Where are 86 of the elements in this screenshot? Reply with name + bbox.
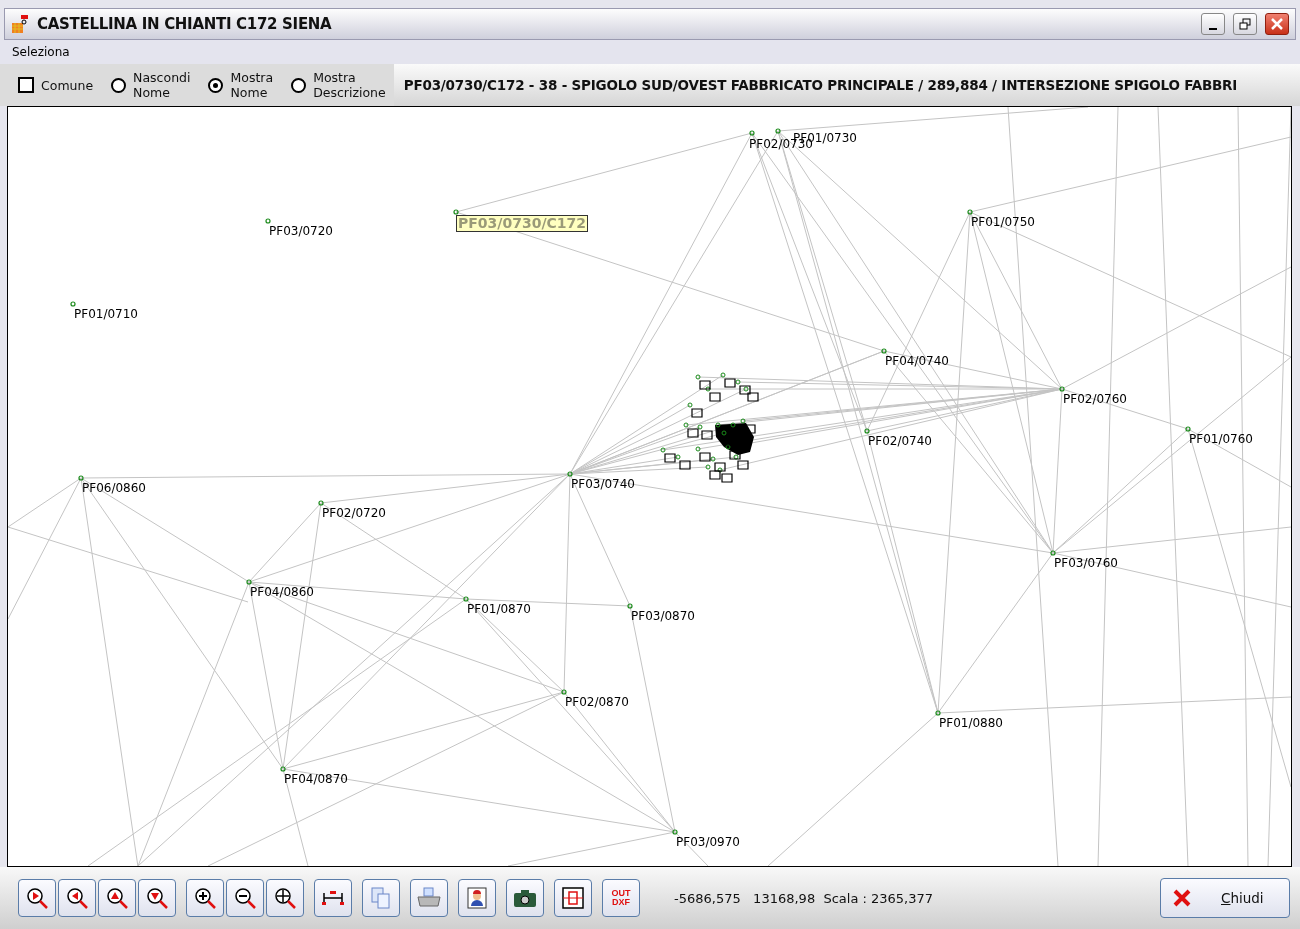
survey-point-icon[interactable] bbox=[672, 829, 678, 835]
survey-point-icon[interactable] bbox=[265, 218, 271, 224]
minimize-icon bbox=[1209, 28, 1217, 30]
point-label: PF04/0860 bbox=[249, 585, 315, 600]
frame-icon bbox=[561, 886, 585, 910]
checkbox[interactable] bbox=[18, 77, 34, 93]
magnifier-down-arrow-icon bbox=[145, 886, 169, 910]
point-label: PF01/0760 bbox=[1188, 432, 1254, 447]
radio-button[interactable] bbox=[208, 77, 224, 93]
point-label: PF01/0870 bbox=[466, 602, 532, 617]
point-label: PF02/0870 bbox=[564, 695, 630, 710]
toolbar-button[interactable] bbox=[506, 879, 544, 917]
menu-item[interactable]: Seleziona bbox=[12, 45, 70, 59]
point-label: PF03/0740 bbox=[570, 477, 636, 492]
toolbar-button[interactable] bbox=[186, 879, 224, 917]
close-icon bbox=[1271, 18, 1283, 30]
zoom-in-icon bbox=[193, 886, 217, 910]
point-description: PF03/0730/C172 - 38 - SPIGOLO SUD/OVEST FABBRICATO PRINCIPALE / 289,884 / INTERSEZIONE SPIGOLO FABBRI bbox=[402, 77, 1238, 93]
survey-point-icon[interactable] bbox=[70, 301, 76, 307]
magnifier-up-arrow-icon bbox=[105, 886, 129, 910]
measure-icon bbox=[321, 889, 345, 907]
point-label: PF03/0970 bbox=[675, 835, 741, 850]
point-label: PF01/0880 bbox=[938, 716, 1004, 731]
point-label: PF01/0710 bbox=[73, 307, 139, 322]
close-icon bbox=[1173, 889, 1191, 907]
option-label: Mostra Nome bbox=[230, 70, 274, 100]
magnifier-right-arrow-icon bbox=[25, 886, 49, 910]
restore-button[interactable] bbox=[1233, 13, 1257, 35]
point-label: PF01/0750 bbox=[970, 215, 1036, 230]
point-label: PF06/0860 bbox=[81, 481, 147, 496]
point-label: PF03/0730/C172 bbox=[456, 215, 588, 232]
toolbar-button[interactable] bbox=[98, 879, 136, 917]
toolbar-button[interactable] bbox=[18, 879, 56, 917]
survey-point-icon[interactable] bbox=[561, 689, 567, 695]
toolbar-button[interactable] bbox=[554, 879, 592, 917]
toolbar-button[interactable] bbox=[226, 879, 264, 917]
coordinates-status: -5686,575 13168,98 Scala : 2365,377 bbox=[674, 890, 935, 906]
toolbar-button[interactable] bbox=[138, 879, 176, 917]
toolbar-button[interactable] bbox=[266, 879, 304, 917]
survey-point-icon[interactable] bbox=[78, 475, 84, 481]
close-button[interactable] bbox=[1265, 13, 1289, 35]
option-label: Nascondi Nome bbox=[133, 70, 191, 100]
survey-point-icon[interactable] bbox=[749, 130, 755, 136]
survey-point-icon[interactable] bbox=[567, 471, 573, 477]
survey-point-icon[interactable] bbox=[246, 579, 252, 585]
toolbar-button[interactable] bbox=[458, 879, 496, 917]
point-label: PF03/0720 bbox=[268, 224, 334, 239]
restore-icon bbox=[1239, 18, 1251, 30]
survey-point-icon[interactable] bbox=[1185, 426, 1191, 432]
point-label: PF04/0870 bbox=[283, 772, 349, 787]
survey-point-icon[interactable] bbox=[318, 500, 324, 506]
zoom-out-icon bbox=[233, 886, 257, 910]
survey-point-icon[interactable] bbox=[935, 710, 941, 716]
survey-point-icon[interactable] bbox=[463, 596, 469, 602]
survey-point-icon[interactable] bbox=[881, 348, 887, 354]
option-label: Comune bbox=[41, 77, 94, 93]
survey-point-icon[interactable] bbox=[1050, 550, 1056, 556]
survey-point-icon[interactable] bbox=[280, 766, 286, 772]
survey-point-icon[interactable] bbox=[453, 209, 459, 215]
magnifier-left-arrow-icon bbox=[65, 886, 89, 910]
copy-icon bbox=[370, 886, 392, 910]
point-label: PF02/0740 bbox=[867, 434, 933, 449]
survey-point-icon[interactable] bbox=[864, 428, 870, 434]
survey-point-icon[interactable] bbox=[1059, 386, 1065, 392]
minimize-button[interactable] bbox=[1201, 13, 1225, 35]
toolbar-button[interactable] bbox=[58, 879, 96, 917]
survey-point-icon[interactable] bbox=[627, 603, 633, 609]
option-label: Mostra Descrizione bbox=[313, 70, 386, 100]
point-label: PF04/0740 bbox=[884, 354, 950, 369]
camera-icon bbox=[513, 888, 537, 908]
window-title: CASTELLINA IN CHIANTI C172 SIENA bbox=[37, 15, 333, 33]
app-icon bbox=[11, 14, 29, 34]
toolbar-button[interactable] bbox=[314, 879, 352, 917]
radio-button[interactable] bbox=[291, 77, 307, 93]
export-dxf-button[interactable]: OUT DXF bbox=[602, 879, 640, 917]
survey-point-icon[interactable] bbox=[967, 209, 973, 215]
point-label: PF03/0870 bbox=[630, 609, 696, 624]
point-label: PF03/0760 bbox=[1053, 556, 1119, 571]
survey-point-icon[interactable] bbox=[775, 128, 781, 134]
portrait-icon bbox=[467, 887, 487, 909]
point-label: PF02/0720 bbox=[321, 506, 387, 521]
zoom-extents-icon bbox=[273, 886, 297, 910]
point-label: PF02/0760 bbox=[1062, 392, 1128, 407]
printer-icon bbox=[416, 887, 442, 909]
close-window-button[interactable]: Chiudi bbox=[1160, 878, 1290, 918]
radio-button[interactable] bbox=[111, 77, 127, 93]
